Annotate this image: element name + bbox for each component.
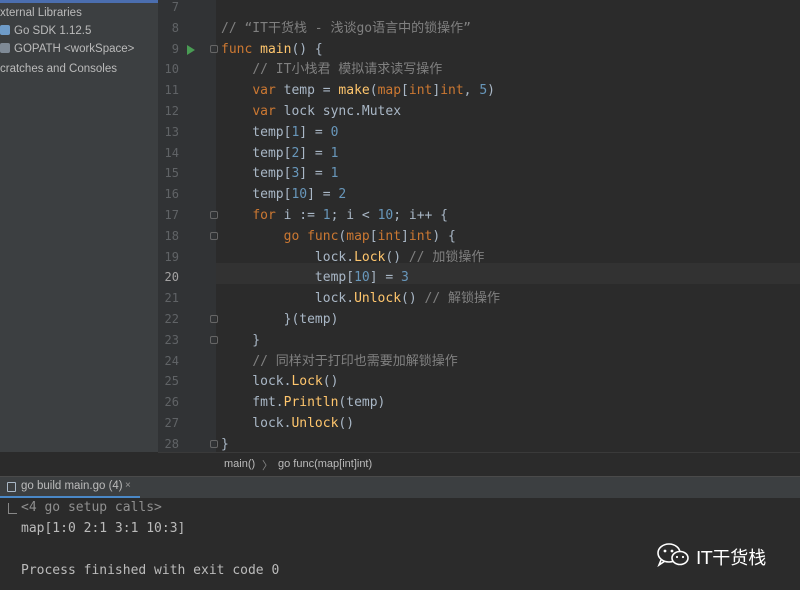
- code-line[interactable]: 25 lock.Lock(): [158, 371, 800, 392]
- console-line-output: map[1:0 2:1 3:1 10:3]: [21, 521, 186, 536]
- code-line[interactable]: 8 // “IT干货栈 - 浅谈go语言中的锁操作”: [158, 18, 800, 39]
- code-line[interactable]: 13 temp[1] = 0: [158, 122, 800, 143]
- fold-marker-icon[interactable]: [210, 211, 218, 219]
- code-text: temp[10] = 2: [221, 187, 347, 203]
- code-text: // “IT干货栈 - 浅谈go语言中的锁操作”: [221, 20, 471, 36]
- tree-item-external-libraries[interactable]: xternal Libraries: [0, 3, 82, 23]
- code-editor[interactable]: 7 8 // “IT干货栈 - 浅谈go语言中的锁操作” 9 func main() {…: [158, 0, 800, 452]
- expand-icon[interactable]: [8, 503, 17, 514]
- tree-item-gopath[interactable]: GOPATH <workSpace>: [0, 39, 134, 59]
- line-number: 20: [164, 270, 179, 285]
- run-tab-label: go build main.go (4): [21, 480, 123, 492]
- code-text: temp[3] = 1: [221, 166, 339, 182]
- code-line[interactable]: 16 temp[10] = 2: [158, 184, 800, 205]
- code-text: }(temp): [221, 312, 339, 327]
- code-line[interactable]: 17 for i := 1; i < 10; i++ {: [158, 205, 800, 226]
- line-number: 21: [164, 291, 179, 306]
- code-line[interactable]: 20 temp[10] = 3: [158, 267, 800, 288]
- line-number: 14: [164, 145, 179, 160]
- line-number: 9: [171, 41, 179, 56]
- tree-item-label: cratches and Consoles: [0, 63, 117, 75]
- code-line[interactable]: 18 go func(map[int]int) {: [158, 226, 800, 247]
- line-number: 11: [164, 83, 179, 98]
- code-line[interactable]: 23 }: [158, 330, 800, 351]
- console-line-exit: Process finished with exit code 0: [21, 563, 280, 578]
- code-line[interactable]: 12 var lock sync.Mutex: [158, 101, 800, 122]
- code-text: var lock sync.Mutex: [252, 104, 402, 119]
- code-text: temp[1] = 0: [221, 124, 339, 140]
- run-tab[interactable]: go build main.go (4) ×: [0, 477, 140, 498]
- code-text: temp[2] = 1: [221, 145, 339, 161]
- line-number: 15: [164, 166, 179, 181]
- code-text: lock.Lock() // 加锁操作: [221, 249, 485, 265]
- line-number: 12: [164, 104, 179, 118]
- breadcrumb-item-go-func[interactable]: go func(map[int]int): [278, 458, 372, 470]
- line-number: 8: [171, 20, 179, 35]
- code-text: func main() {: [221, 41, 323, 57]
- fold-marker-icon[interactable]: [210, 315, 218, 323]
- code-line[interactable]: 9 func main() {: [158, 39, 800, 60]
- code-text: lock.Lock(): [221, 374, 339, 390]
- run-gutter-icon[interactable]: [187, 44, 195, 55]
- line-number: 19: [164, 249, 179, 264]
- console-line-setup: <4 go setup calls>: [21, 500, 162, 515]
- code-line[interactable]: 19 lock.Lock() // 加锁操作: [158, 247, 800, 268]
- code-text: var temp = make(map[int]int, 5): [252, 83, 495, 99]
- fold-marker-icon[interactable]: [210, 44, 218, 53]
- code-text: temp[10] = 3: [221, 270, 409, 286]
- line-number: 16: [164, 187, 179, 202]
- line-number: 22: [164, 312, 179, 326]
- line-number: 13: [164, 124, 179, 139]
- tree-item-scratches[interactable]: cratches and Consoles: [0, 59, 117, 79]
- code-line[interactable]: 22 }(temp): [158, 309, 800, 330]
- code-text: fmt.Println(temp): [221, 395, 386, 411]
- line-number: 27: [164, 416, 179, 430]
- folder-icon: [0, 43, 10, 53]
- fold-marker-icon[interactable]: [210, 439, 218, 448]
- code-line[interactable]: 21 lock.Unlock() // 解锁操作: [158, 288, 800, 309]
- code-text: // 同样对于打印也需要加解锁操作: [252, 353, 458, 369]
- code-text: }: [221, 332, 261, 348]
- breadcrumb-item-main[interactable]: main(): [224, 458, 255, 470]
- line-number: 7: [171, 0, 179, 14]
- code-line[interactable]: 27 lock.Unlock(): [158, 413, 800, 434]
- code-text: // IT小栈君 模拟请求读写操作: [252, 62, 443, 78]
- code-line[interactable]: 15 temp[3] = 1: [158, 163, 800, 184]
- tree-item-label: xternal Libraries: [0, 7, 82, 19]
- line-number: 10: [164, 62, 179, 77]
- fold-marker-icon[interactable]: [210, 231, 218, 240]
- console-icon: [7, 482, 16, 492]
- tree-item-go-sdk[interactable]: Go SDK 1.12.5: [0, 21, 91, 41]
- code-line[interactable]: 11 var temp = make(map[int]int, 5): [158, 80, 800, 101]
- close-icon[interactable]: ×: [125, 480, 131, 491]
- code-line[interactable]: 24 // 同样对于打印也需要加解锁操作: [158, 351, 800, 372]
- fold-marker-icon[interactable]: [210, 335, 218, 344]
- run-tab-strip: [140, 477, 800, 498]
- code-line[interactable]: 26 fmt.Println(temp): [158, 392, 800, 413]
- code-text: lock.Unlock() // 解锁操作: [221, 291, 500, 307]
- project-panel: xternal Libraries Go SDK 1.12.5 GOPATH <…: [0, 0, 158, 452]
- sdk-icon: [0, 25, 10, 35]
- line-number: 24: [164, 353, 179, 368]
- code-line[interactable]: 14 temp[2] = 1: [158, 143, 800, 164]
- code-text: for i := 1; i < 10; i++ {: [252, 208, 449, 223]
- code-line[interactable]: 10 // IT小栈君 模拟请求读写操作: [158, 59, 800, 80]
- breadcrumb: main() 〉 go func(map[int]int): [158, 452, 800, 476]
- line-number: 23: [164, 332, 179, 347]
- tree-item-label: GOPATH <workSpace>: [14, 43, 135, 55]
- wechat-icon: [657, 543, 689, 568]
- line-number: 26: [164, 395, 179, 410]
- code-text: go func(map[int]int) {: [283, 228, 456, 244]
- line-number: 17: [164, 208, 179, 222]
- watermark-text: IT干货栈: [696, 548, 767, 569]
- breadcrumb-separator: 〉: [262, 460, 273, 472]
- line-number: 25: [164, 374, 179, 389]
- code-line[interactable]: 7: [158, 0, 800, 18]
- code-text: lock.Unlock(): [221, 416, 355, 431]
- tree-item-label: Go SDK 1.12.5: [14, 25, 92, 37]
- line-number: 18: [164, 228, 179, 243]
